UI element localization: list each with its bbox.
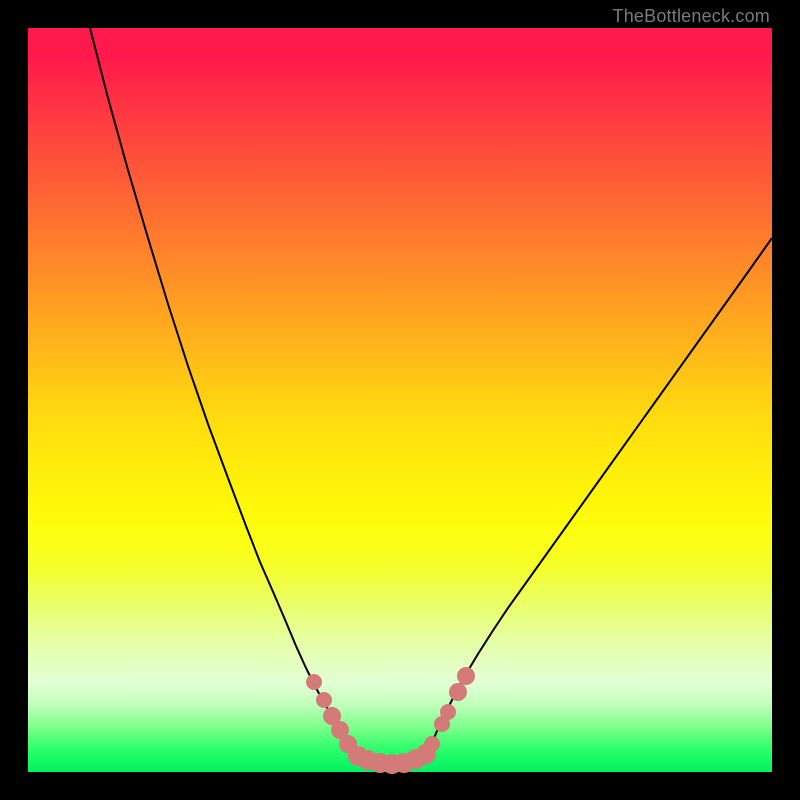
marker-dot: [306, 674, 322, 690]
curve-right-branch: [428, 238, 772, 752]
marker-dot: [440, 704, 456, 720]
curve-left-branch: [90, 28, 359, 756]
watermark-text: TheBottleneck.com: [613, 6, 770, 27]
marker-group: [306, 667, 475, 774]
marker-dot: [424, 736, 440, 752]
marker-dot: [316, 692, 332, 708]
marker-dot: [449, 683, 467, 701]
marker-dot: [457, 667, 475, 685]
marker-dot: [339, 735, 357, 753]
bottleneck-curve: [28, 28, 772, 772]
